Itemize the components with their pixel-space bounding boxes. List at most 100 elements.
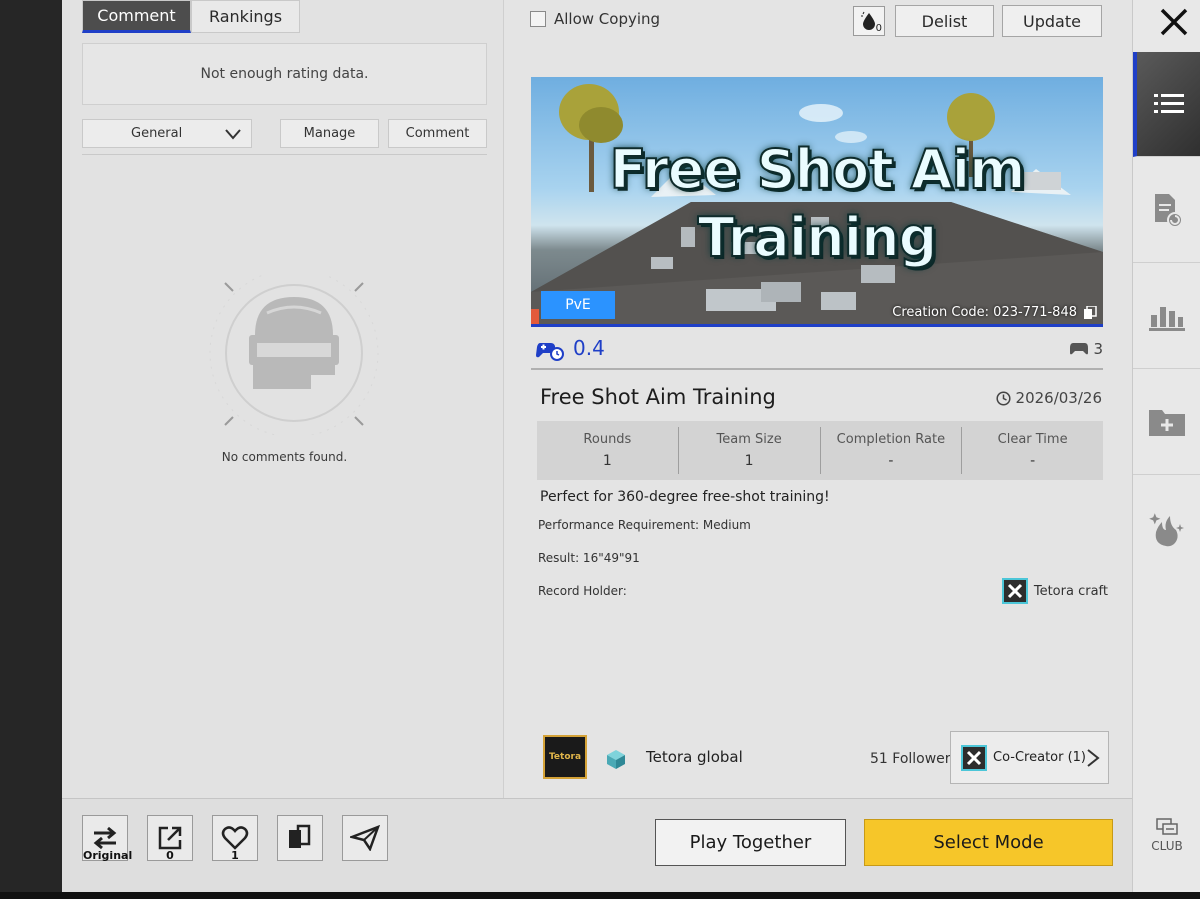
cover-title-line2: Training xyxy=(697,205,939,269)
allow-copying-checkbox[interactable] xyxy=(530,11,546,27)
club-button[interactable]: CLUB xyxy=(1133,818,1200,853)
close-button[interactable] xyxy=(1155,4,1193,40)
write-comment-button[interactable]: Comment xyxy=(388,119,487,148)
drop-button[interactable]: 0 xyxy=(853,6,885,36)
original-label: Original xyxy=(83,849,133,862)
gamepad-rating-icon xyxy=(536,343,564,361)
delist-button[interactable]: Delist xyxy=(895,5,994,37)
play-together-button[interactable]: Play Together xyxy=(655,819,846,866)
co-creator-button[interactable]: Co-Creator (1) xyxy=(950,731,1109,784)
map-date-text: 2026/03/26 xyxy=(1015,389,1102,407)
gamepad-icon xyxy=(1070,343,1089,355)
info-value: 1 xyxy=(602,453,612,469)
drop-count: 0 xyxy=(875,23,882,34)
info-cell-completion-rate: Completion Rate - xyxy=(821,427,963,474)
sidebar-item-details[interactable] xyxy=(1133,52,1200,157)
record-holder-avatar xyxy=(1001,578,1028,604)
document-refresh-icon xyxy=(1155,194,1183,228)
send-button[interactable] xyxy=(342,815,388,861)
sidebar-item-add-folder[interactable] xyxy=(1133,370,1200,475)
info-value: 1 xyxy=(744,453,754,469)
comment-tabs: Comment Rankings xyxy=(82,0,300,33)
cover-title-line1: Free Shot Aim xyxy=(609,137,1027,201)
share-icon xyxy=(158,826,182,850)
record-holder-name: Tetora craft xyxy=(1033,583,1108,599)
share-button[interactable]: 0 xyxy=(147,815,193,862)
chevron-down-icon xyxy=(225,129,241,140)
allow-copying-toggle[interactable]: Allow Copying xyxy=(530,10,660,28)
map-rating: 0.4 xyxy=(573,336,605,360)
map-date: 2026/03/26 xyxy=(995,389,1102,407)
map-description: Perfect for 360-degree free-shot trainin… xyxy=(540,489,830,505)
heart-icon xyxy=(221,826,249,850)
like-button[interactable]: 1 xyxy=(212,815,258,862)
creator-avatar-text: Tetora xyxy=(548,752,582,762)
sidebar-item-stats[interactable] xyxy=(1133,264,1200,369)
comments-column: Comment Rankings Not enough rating data.… xyxy=(62,0,504,798)
followers-count: 51 Followers xyxy=(870,751,958,767)
info-value: - xyxy=(888,453,894,469)
sidebar-item-document[interactable] xyxy=(1133,158,1200,263)
creator-avatar[interactable]: Tetora xyxy=(543,735,587,779)
performance-requirement: Performance Requirement: Medium xyxy=(538,518,751,532)
info-head: Team Size xyxy=(716,432,782,447)
map-cover-image: Free Shot Aim Training PvE Creation Code… xyxy=(531,77,1103,327)
chevron-right-icon xyxy=(1087,749,1100,767)
creation-code-text: Creation Code: 023-771-848 xyxy=(892,305,1077,320)
info-cell-clear-time: Clear Time - xyxy=(962,427,1103,474)
creator-name[interactable]: Tetora global xyxy=(646,748,743,766)
clock-icon xyxy=(995,390,1011,406)
flame-sparkle-icon xyxy=(1149,512,1184,546)
info-head: Clear Time xyxy=(997,432,1068,447)
paper-plane-icon xyxy=(350,825,380,851)
sidebar-item-trending[interactable] xyxy=(1133,476,1200,581)
map-info-table: Rounds 1 Team Size 1 Completion Rate - C… xyxy=(537,421,1103,480)
pve-badge: PvE xyxy=(541,291,615,319)
rating-empty-text: Not enough rating data. xyxy=(200,66,369,82)
play-count-value: 3 xyxy=(1093,340,1103,358)
comment-filter-row: General Manage Comment xyxy=(82,119,487,148)
info-head: Completion Rate xyxy=(836,432,946,447)
info-value: - xyxy=(1030,453,1036,469)
update-button[interactable]: Update xyxy=(1002,5,1102,37)
swap-icon xyxy=(93,826,117,850)
cube-icon xyxy=(607,750,625,769)
filter-divider xyxy=(82,154,487,155)
list-icon xyxy=(1154,94,1184,113)
map-stats-row: 0.4 3 xyxy=(531,336,1103,366)
creation-code[interactable]: Creation Code: 023-771-848 xyxy=(892,305,1097,320)
copy-map-button[interactable] xyxy=(277,815,323,861)
copy-icon[interactable] xyxy=(1083,305,1097,320)
cover-scene xyxy=(531,84,1103,324)
left-edge-strip xyxy=(0,0,62,892)
record-holder-label: Record Holder: xyxy=(538,584,627,598)
creator-row: Tetora Tetora global 51 Followers Co-Cre… xyxy=(543,730,1111,784)
bottom-edge-strip xyxy=(0,892,1200,899)
play-count: 3 xyxy=(1069,340,1103,358)
stats-divider xyxy=(531,368,1103,370)
club-chat-icon xyxy=(1156,818,1178,835)
allow-copying-label: Allow Copying xyxy=(554,10,661,28)
co-creator-label: Co-Creator (1) xyxy=(993,750,1087,765)
map-title: Free Shot Aim Training xyxy=(540,385,776,409)
bottom-action-bar: Original 0 1 Play Together Select Mode xyxy=(62,798,1132,892)
like-count: 1 xyxy=(231,849,239,862)
folder-add-icon xyxy=(1149,410,1185,436)
share-count: 0 xyxy=(166,849,174,862)
info-head: Rounds xyxy=(583,432,632,447)
result-time: Result: 16"49"91 xyxy=(538,551,640,565)
rating-box: Not enough rating data. xyxy=(82,43,487,105)
general-filter-select[interactable]: General xyxy=(82,119,252,148)
original-button[interactable]: Original xyxy=(82,815,133,862)
documents-icon xyxy=(289,824,311,848)
select-mode-button[interactable]: Select Mode xyxy=(864,819,1113,866)
bar-chart-icon xyxy=(1149,307,1185,331)
general-filter-label: General xyxy=(131,126,183,141)
tab-comment[interactable]: Comment xyxy=(82,0,191,33)
close-icon xyxy=(1160,8,1188,36)
manage-button[interactable]: Manage xyxy=(280,119,379,148)
info-cell-team-size: Team Size 1 xyxy=(679,427,821,474)
record-holder[interactable]: Tetora craft xyxy=(1001,578,1108,604)
tab-rankings[interactable]: Rankings xyxy=(191,0,300,33)
info-cell-rounds: Rounds 1 xyxy=(537,427,679,474)
